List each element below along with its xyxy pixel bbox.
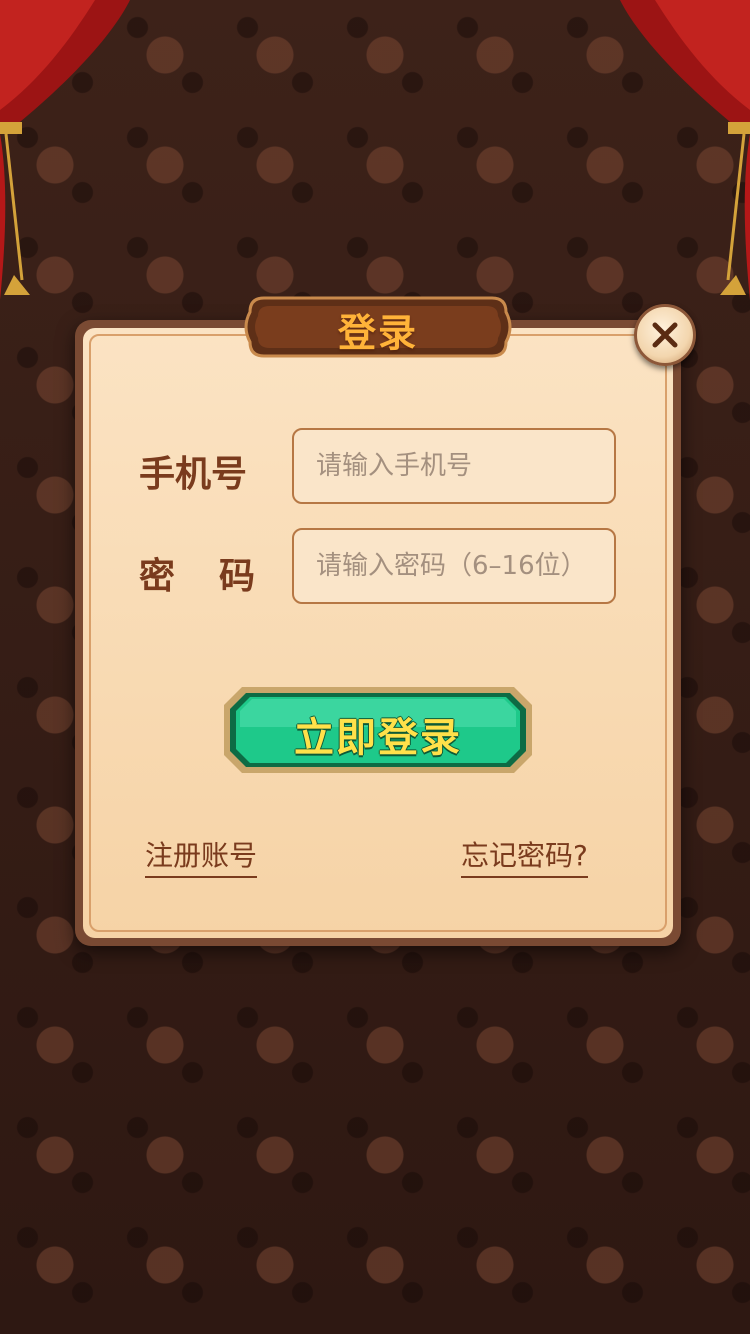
left-curtain-decoration <box>0 0 140 310</box>
phone-label: 手机号 <box>139 454 248 495</box>
password-input-box[interactable] <box>292 528 616 604</box>
password-input[interactable] <box>294 530 614 602</box>
login-button[interactable]: 立即登录 <box>222 685 534 775</box>
right-curtain-decoration <box>610 0 750 310</box>
password-label: 密码 <box>139 547 255 599</box>
dialog-title: 登录 <box>337 311 418 355</box>
register-link[interactable]: 注册账号 <box>145 834 258 878</box>
phone-input[interactable] <box>294 430 614 502</box>
phone-input-box[interactable] <box>292 428 616 504</box>
forgot-password-link[interactable]: 忘记密码? <box>461 834 588 878</box>
password-label-first-char: 密 <box>139 556 176 597</box>
login-button-label: 立即登录 <box>294 715 462 761</box>
close-button[interactable] <box>634 304 696 366</box>
close-icon <box>652 322 678 348</box>
title-plaque: 登录 <box>242 288 514 366</box>
password-label-second-char: 码 <box>219 556 256 597</box>
